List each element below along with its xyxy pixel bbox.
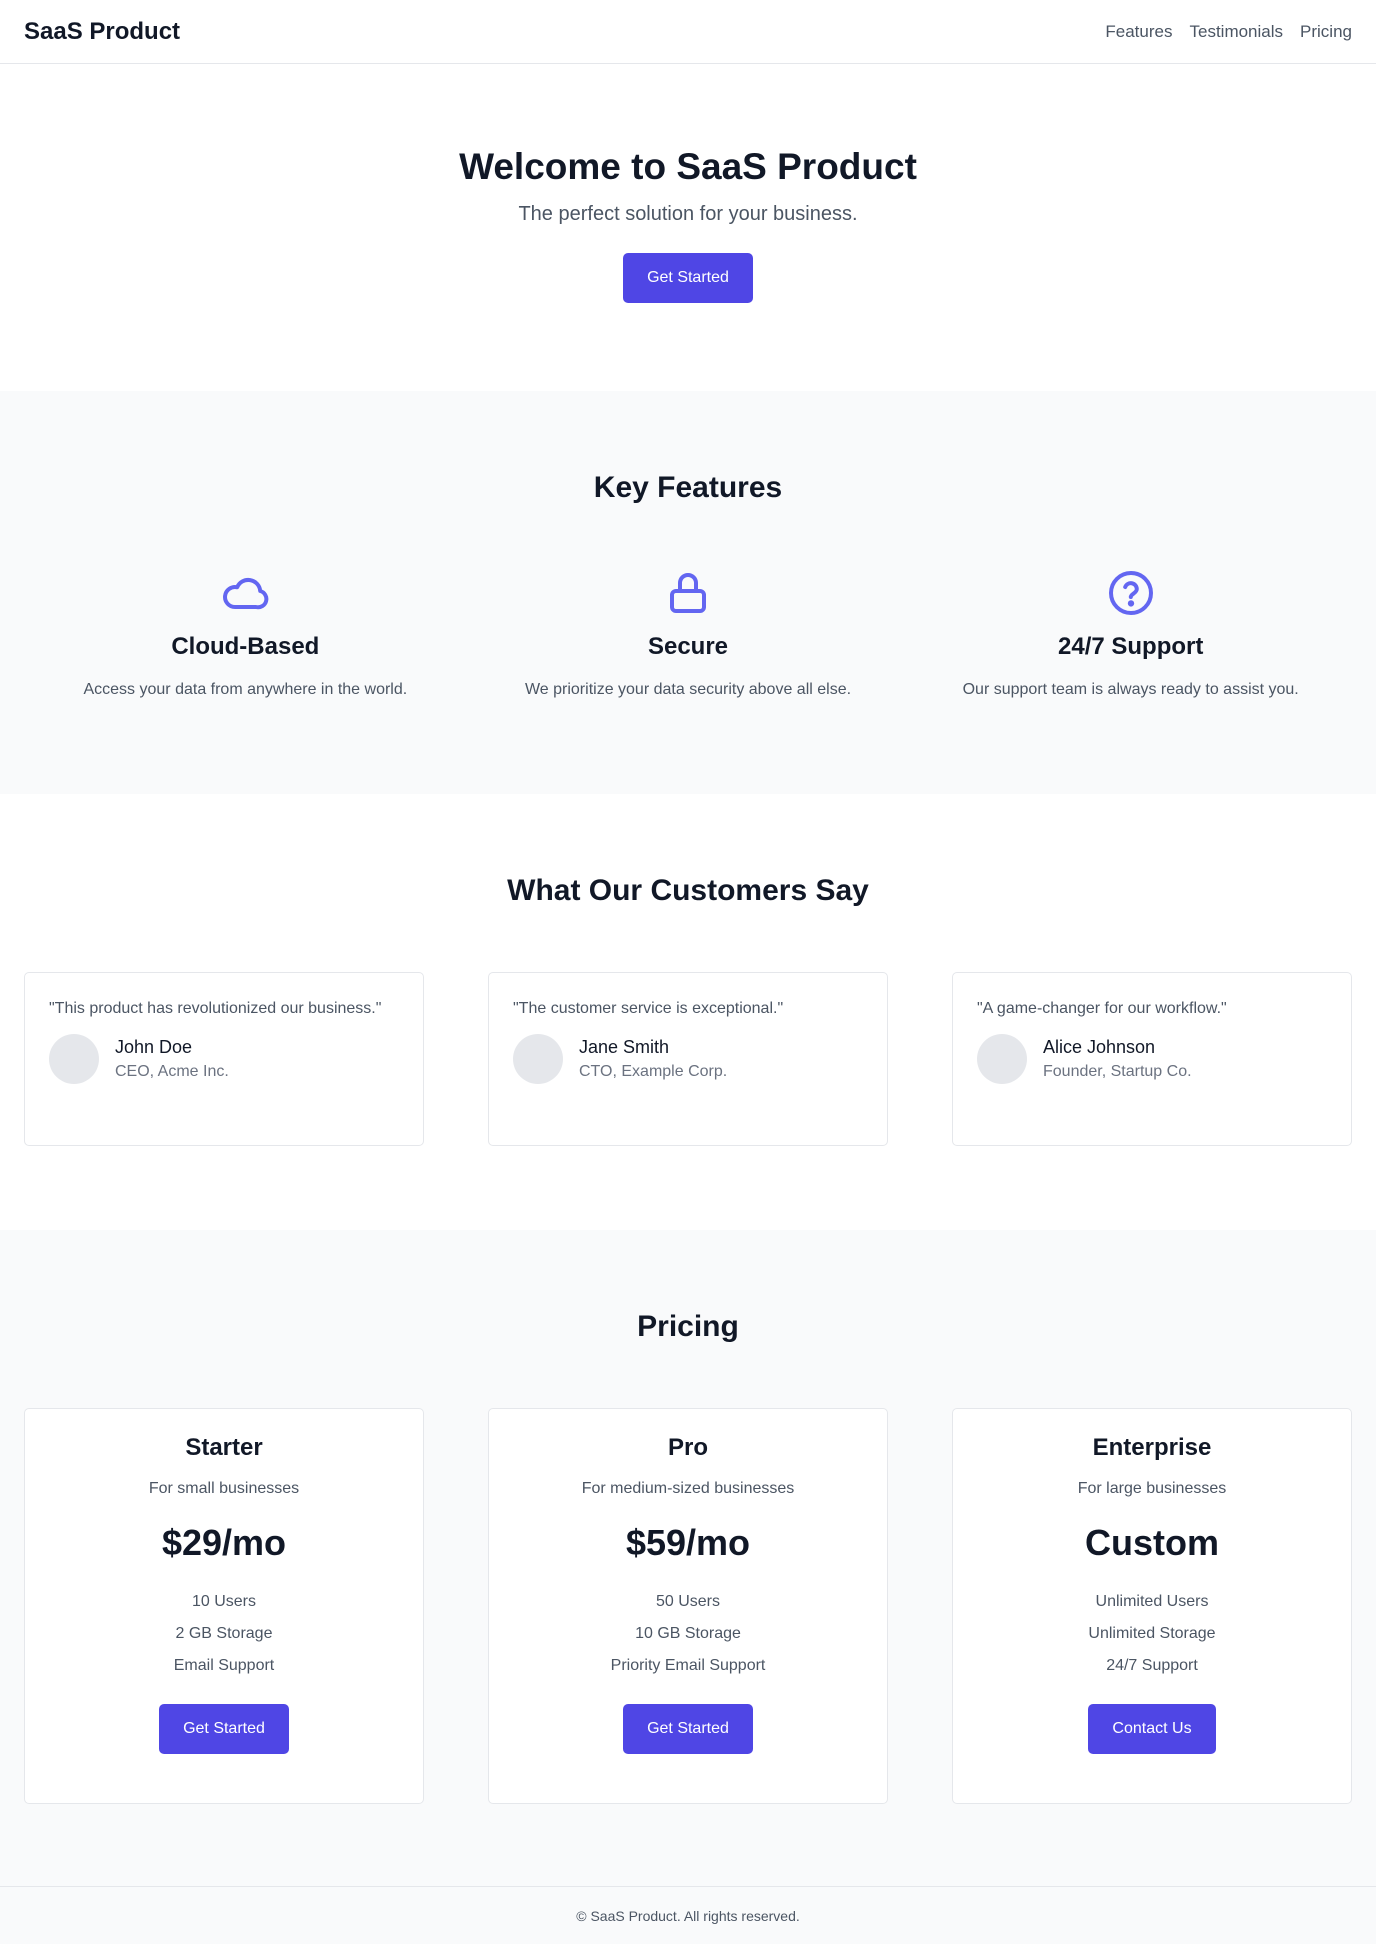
testimonial-card: "A game-changer for our workflow." Alice… [952,972,1352,1146]
author-info: Jane Smith CTO, Example Corp. [579,1037,727,1081]
main-nav: Features Testimonials Pricing [1105,22,1352,42]
pricing-grid: Starter For small businesses $29/mo 10 U… [0,1408,1376,1804]
author-role: Founder, Startup Co. [1043,1063,1192,1080]
avatar [49,1034,99,1084]
starter-get-started-button[interactable]: Get Started [159,1704,289,1754]
testimonial-quote: "A game-changer for our workflow." [977,1000,1227,1017]
author-name: Jane Smith [579,1037,670,1057]
plan-price: $59/mo [625,1522,751,1563]
features-section: Key Features Cloud-Based Access your dat… [0,391,1376,794]
contact-us-button[interactable]: Contact Us [1088,1704,1216,1754]
plan-name: Enterprise [1092,1434,1212,1461]
testimonial-card: "The customer service is exceptional." J… [488,972,888,1146]
logo[interactable]: SaaS Product [24,18,180,46]
plan-features: 10 Users 2 GB Storage Email Support [25,1586,423,1682]
plan-desc: For large businesses [1077,1480,1227,1497]
plan-feature: 24/7 Support [1106,1657,1198,1674]
plan-feature: Unlimited Storage [1088,1625,1216,1642]
plan-features: Unlimited Users Unlimited Storage 24/7 S… [953,1586,1351,1682]
pricing-card-enterprise: Enterprise For large businesses Custom U… [952,1408,1352,1804]
testimonial-quote: "The customer service is exceptional." [513,1000,784,1017]
question-circle-icon [909,569,1352,617]
author-role: CEO, Acme Inc. [115,1063,229,1080]
page: SaaS Product Features Testimonials Prici… [0,0,1376,1949]
feature-item: 24/7 Support Our support team is always … [909,569,1352,699]
pricing-card-starter: Starter For small businesses $29/mo 10 U… [24,1408,424,1804]
author-name: John Doe [115,1037,193,1057]
hero-title: Welcome to SaaS Product [459,146,917,187]
pricing-card-pro: Pro For medium-sized businesses $59/mo 5… [488,1408,888,1804]
plan-feature: Email Support [173,1657,275,1674]
features-grid: Cloud-Based Access your data from anywhe… [0,569,1376,699]
plan-feature: 10 GB Storage [635,1625,741,1642]
author-role: CTO, Example Corp. [579,1063,728,1080]
testimonial-author: John Doe CEO, Acme Inc. [49,1034,399,1084]
pro-get-started-button[interactable]: Get Started [623,1704,753,1754]
feature-title: Secure [647,633,729,660]
author-name: Alice Johnson [1043,1037,1156,1057]
footer-copyright: © SaaS Product. All rights reserved. [576,1907,800,1924]
avatar [513,1034,563,1084]
features-title: Key Features [593,471,783,504]
plan-desc: For small businesses [148,1480,300,1497]
plan-features: 50 Users 10 GB Storage Priority Email Su… [489,1586,887,1682]
site-footer: © SaaS Product. All rights reserved. [0,1886,1376,1944]
author-info: Alice Johnson Founder, Startup Co. [1043,1037,1192,1081]
feature-item: Secure We prioritize your data security … [467,569,910,699]
avatar [977,1034,1027,1084]
plan-price: $29/mo [161,1522,287,1563]
plan-name: Starter [185,1434,263,1461]
testimonial-quote: "This product has revolutionized our bus… [49,1000,382,1017]
lock-icon [467,569,910,617]
nav-link-testimonials[interactable]: Testimonials [1189,22,1283,42]
plan-feature: Priority Email Support [610,1657,766,1674]
feature-title: Cloud-Based [171,633,320,660]
feature-title: 24/7 Support [1058,633,1204,660]
testimonials-section: What Our Customers Say "This product has… [0,794,1376,1230]
feature-item: Cloud-Based Access your data from anywhe… [24,569,467,699]
feature-desc: We prioritize your data security above a… [524,681,852,698]
pricing-title: Pricing [637,1310,739,1343]
nav-link-features[interactable]: Features [1105,22,1172,42]
plan-desc: For medium-sized businesses [581,1480,795,1497]
plan-feature: 10 Users [191,1593,257,1610]
testimonials-grid: "This product has revolutionized our bus… [0,972,1376,1146]
pricing-section: Pricing Starter For small businesses $29… [0,1230,1376,1886]
plan-price: Custom [1085,1522,1219,1563]
testimonial-author: Alice Johnson Founder, Startup Co. [977,1034,1327,1084]
plan-name: Pro [667,1434,708,1461]
feature-desc: Our support team is always ready to assi… [962,681,1299,698]
hero-section: Welcome to SaaS Product The perfect solu… [0,64,1376,391]
testimonial-author: Jane Smith CTO, Example Corp. [513,1034,863,1084]
testimonials-title: What Our Customers Say [507,874,869,907]
plan-feature: 50 Users [655,1593,721,1610]
feature-desc: Access your data from anywhere in the wo… [83,681,408,698]
plan-feature: 2 GB Storage [175,1625,273,1642]
testimonial-card: "This product has revolutionized our bus… [24,972,424,1146]
hero-subtitle: The perfect solution for your business. [518,203,858,225]
plan-feature: Unlimited Users [1095,1593,1209,1610]
nav-link-pricing[interactable]: Pricing [1300,22,1352,42]
cloud-icon [24,569,467,617]
author-info: John Doe CEO, Acme Inc. [115,1037,229,1081]
site-header: SaaS Product Features Testimonials Prici… [0,0,1376,64]
hero-get-started-button[interactable]: Get Started [623,253,753,303]
